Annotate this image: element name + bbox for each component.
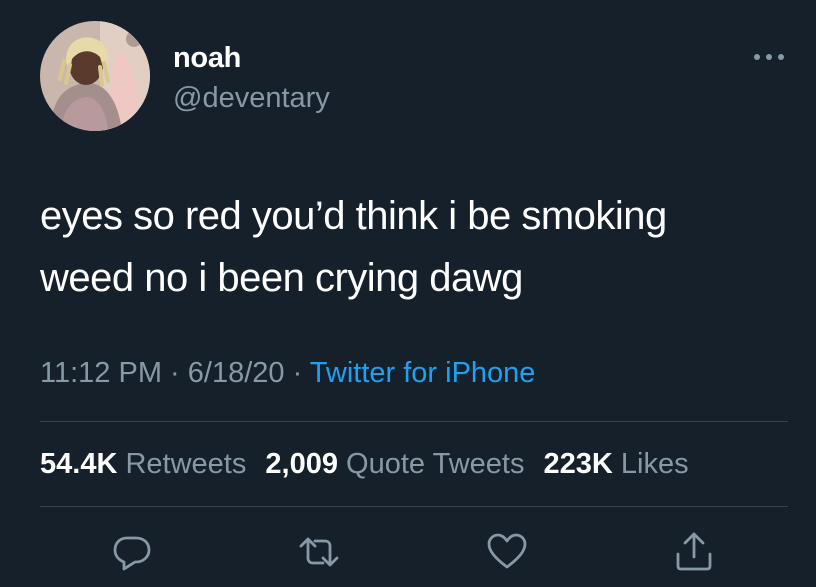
like-icon [487, 533, 527, 569]
retweets-label: Retweets [125, 448, 247, 480]
reply-button[interactable] [110, 530, 154, 574]
avatar-image [40, 21, 150, 131]
avatar[interactable] [40, 21, 150, 131]
divider [40, 506, 788, 507]
likes-count: 223K [543, 448, 613, 480]
tweet-text-line: eyes so red you’d think i be smoking [40, 194, 667, 238]
tweet-detail: noah @deventary eyes so red you’d think … [0, 0, 816, 587]
meta-separator: · [161, 357, 188, 389]
tweet-text: eyes so red you’d think i be smoking wee… [40, 185, 780, 309]
retweets-count: 54.4K [40, 448, 118, 480]
quote-tweets-count: 2,009 [265, 448, 338, 480]
like-button[interactable] [485, 530, 529, 574]
quote-tweets-stat[interactable]: 2,009 Quote Tweets [265, 448, 524, 480]
likes-stat[interactable]: 223K Likes [544, 448, 689, 480]
tweet-meta: 11:12 PM · 6/18/20 · Twitter for iPhone [40, 355, 535, 391]
divider [40, 421, 788, 422]
likes-label: Likes [620, 448, 689, 480]
tweet-text-line: weed no i been crying dawg [40, 256, 523, 300]
quote-tweets-label: Quote Tweets [346, 448, 525, 480]
display-name[interactable]: noah [173, 40, 241, 76]
retweet-icon [299, 537, 339, 567]
share-button[interactable] [672, 530, 716, 574]
share-icon [676, 532, 712, 571]
more-options-icon[interactable] [752, 47, 786, 67]
retweets-stat[interactable]: 54.4K Retweets [40, 448, 246, 480]
tweet-date[interactable]: 6/18/20 [188, 357, 285, 389]
tweet-time[interactable]: 11:12 PM [40, 357, 162, 389]
reply-icon [113, 536, 151, 571]
meta-separator: · [284, 357, 310, 389]
engagement-stats: 54.4K Retweets 2,009 Quote Tweets 223K L… [40, 446, 700, 482]
tweet-source-link[interactable]: Twitter for iPhone [310, 357, 536, 389]
user-handle[interactable]: @deventary [173, 80, 330, 116]
retweet-button[interactable] [297, 530, 341, 574]
